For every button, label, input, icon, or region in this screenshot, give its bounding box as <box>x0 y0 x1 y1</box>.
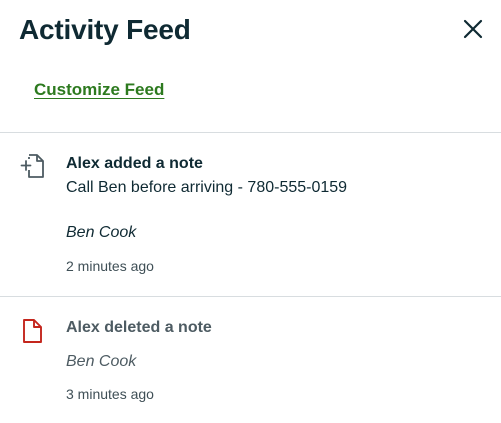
add-note-icon <box>20 154 44 178</box>
item-time: 2 minutes ago <box>66 258 154 274</box>
panel-header: Activity Feed <box>19 12 501 52</box>
deleted-note-icon <box>23 319 42 343</box>
item-title: Alex added a note <box>66 155 203 172</box>
item-body: Call Ben before arriving - 780-555-0159 <box>66 179 348 196</box>
customize-feed-link[interactable]: Customize Feed <box>34 80 164 100</box>
item-person: Ben Cook <box>66 224 137 241</box>
activity-feed-panel: Activity Feed Customize Feed Alex added … <box>0 0 501 423</box>
item-title: Alex deleted a note <box>66 319 212 336</box>
close-button[interactable] <box>459 15 487 43</box>
feed-item: Alex deleted a note Ben Cook 3 minutes a… <box>0 297 501 423</box>
close-icon <box>463 19 483 39</box>
item-person: Ben Cook <box>66 353 137 370</box>
feed-item: Alex added a note Call Ben before arrivi… <box>0 133 501 296</box>
panel-title: Activity Feed <box>19 14 191 45</box>
item-time: 3 minutes ago <box>66 386 154 402</box>
